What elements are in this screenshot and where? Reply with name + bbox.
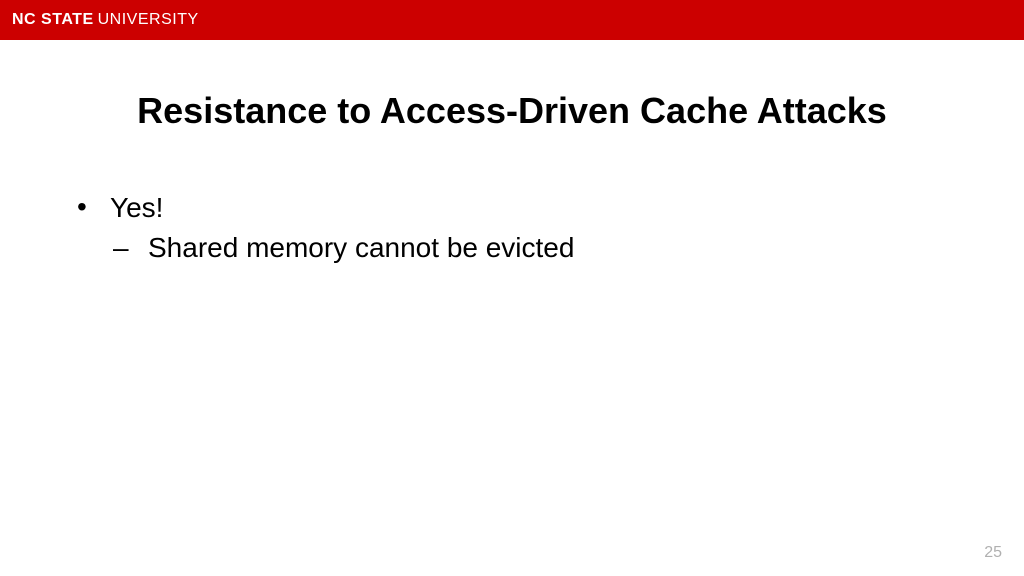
- bullet-level-2: Shared memory cannot be evicted: [113, 232, 984, 264]
- bullet-list: Yes! Shared memory cannot be evicted: [75, 192, 984, 264]
- bullet-level-1: Yes!: [75, 192, 984, 224]
- header-bar: NC STATEUNIVERSITY: [0, 0, 1024, 40]
- page-number: 25: [984, 544, 1002, 562]
- brand-bold-text: NC STATE: [12, 11, 94, 28]
- brand-light-text: UNIVERSITY: [98, 11, 199, 28]
- brand-logo: NC STATEUNIVERSITY: [12, 11, 199, 29]
- content-area: Yes! Shared memory cannot be evicted: [0, 192, 1024, 264]
- slide-title: Resistance to Access-Driven Cache Attack…: [0, 90, 1024, 132]
